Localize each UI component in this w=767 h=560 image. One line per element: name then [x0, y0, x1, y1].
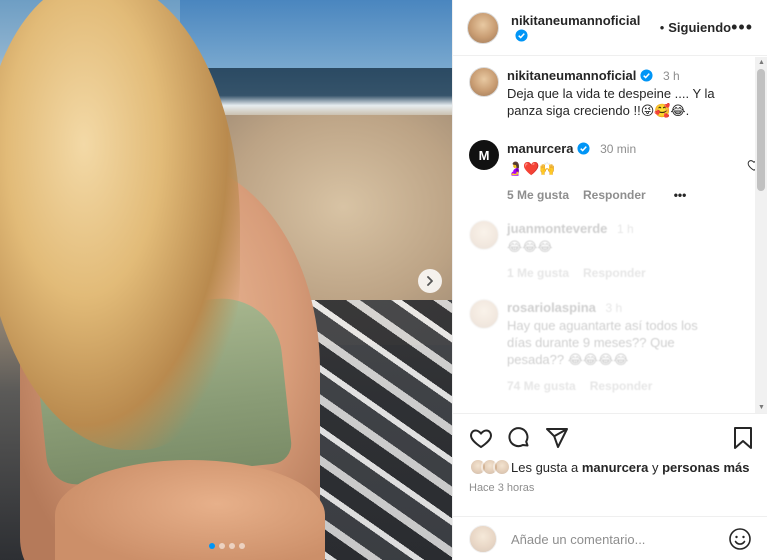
commenter-username[interactable]: rosariolaspina — [507, 300, 596, 315]
caption-avatar[interactable] — [469, 67, 499, 97]
comments-scrollbar[interactable]: ▲ ▼ — [755, 57, 767, 413]
share-icon[interactable] — [545, 426, 569, 450]
post-footer: Les gusta a manurcera y personas más Hac… — [453, 413, 767, 560]
caption: nikitaneumannoficial 3 h Deja que la vid… — [469, 67, 756, 119]
comment-text-line: pesada?? 😂😂😂😂 — [507, 352, 629, 367]
author-avatar[interactable] — [467, 11, 499, 44]
post-photo[interactable] — [0, 0, 452, 560]
comment-item: M manurcera 30 min 🤰❤️🙌 5 Me gusta Respo… — [469, 140, 756, 204]
comment-likes[interactable]: 5 Me gusta — [507, 187, 569, 204]
verified-icon — [577, 142, 591, 155]
comment-text: 🤰❤️🙌 — [507, 161, 556, 176]
reply-button[interactable]: Responder — [583, 265, 646, 282]
current-user-avatar — [469, 525, 497, 553]
comment-text-line: Hay que aguantarte así todos los — [507, 318, 698, 333]
likes-prefix: Les gusta a — [511, 459, 579, 475]
comment-more-button[interactable]: ••• — [674, 187, 687, 204]
carousel-dot — [239, 543, 245, 549]
chevron-right-icon — [427, 276, 433, 286]
photo-sky — [180, 0, 452, 70]
comment-icon[interactable] — [507, 426, 531, 450]
post-panel: nikitaneumannoficial • Siguiendo ••• nik… — [452, 0, 767, 560]
commenter-avatar[interactable]: M — [469, 140, 499, 170]
carousel-next-button[interactable] — [418, 269, 442, 293]
verified-icon — [640, 69, 653, 82]
caption-text-line: Deja que la vida te despeine .... Y la — [507, 86, 715, 101]
reply-button[interactable]: Responder — [583, 187, 646, 204]
post-header: nikitaneumannoficial • Siguiendo ••• — [453, 0, 767, 56]
liker-avatars — [469, 458, 511, 476]
verified-icon — [515, 28, 528, 42]
comment-time: 1 h — [617, 222, 634, 236]
likes-user-link[interactable]: manurcera — [582, 460, 648, 475]
heart-icon[interactable] — [469, 426, 493, 450]
action-bar — [469, 426, 754, 450]
carousel-dot — [209, 543, 215, 549]
likes-others-link[interactable]: personas más — [662, 460, 749, 475]
comment-time: 30 min — [600, 142, 637, 156]
commenter-username[interactable]: juanmonteverde — [507, 221, 607, 236]
carousel-dots — [209, 543, 245, 549]
reply-button[interactable]: Responder — [590, 378, 653, 395]
following-button[interactable]: Siguiendo — [668, 20, 731, 35]
likes-summary: Les gusta a manurcera y personas más — [469, 458, 758, 476]
comment-text: 😂😂😂 — [507, 239, 553, 254]
commenter-avatar[interactable] — [469, 299, 499, 329]
comments-list[interactable]: nikitaneumannoficial 3 h Deja que la vid… — [453, 57, 756, 413]
caption-username[interactable]: nikitaneumannoficial — [507, 68, 636, 83]
scrollbar-thumb[interactable] — [757, 69, 765, 191]
commenter-avatar[interactable] — [469, 220, 499, 250]
scroll-down-arrow-icon[interactable]: ▼ — [758, 404, 765, 411]
add-comment-bar: Añade un comentario... — [453, 516, 767, 560]
add-comment-input[interactable]: Añade un comentario... — [511, 532, 728, 547]
photo-belly — [55, 460, 325, 560]
comment-text-line: días durante 9 meses?? Que — [507, 335, 675, 350]
likes-mid: y — [651, 459, 659, 475]
bookmark-icon[interactable] — [732, 426, 754, 450]
author-username[interactable]: nikitaneumannoficial — [511, 13, 656, 43]
commenter-username[interactable]: manurcera — [507, 141, 573, 156]
more-options-button[interactable]: ••• — [731, 17, 753, 38]
comment-time: 3 h — [605, 301, 623, 315]
post-timestamp[interactable]: Hace 3 horas — [469, 482, 534, 494]
comment-likes[interactable]: 74 Me gusta — [507, 378, 576, 395]
comment-item: juanmonteverde 1 h 😂😂😂 1 Me gusta Respon… — [469, 220, 756, 282]
carousel-dot — [219, 543, 225, 549]
carousel-dot — [229, 543, 235, 549]
comment-likes[interactable]: 1 Me gusta — [507, 265, 569, 282]
scroll-up-arrow-icon[interactable]: ▲ — [758, 59, 765, 66]
avatar — [493, 458, 511, 476]
caption-text-line: panza siga creciendo !!😜🥰😂. — [507, 103, 690, 118]
caption-time: 3 h — [662, 69, 680, 83]
emoji-icon[interactable] — [728, 527, 752, 551]
photo-hair — [0, 0, 240, 450]
separator-dot: • — [659, 20, 665, 35]
comment-item: rosariolaspina 3 h Hay que aguantarte as… — [469, 299, 756, 395]
